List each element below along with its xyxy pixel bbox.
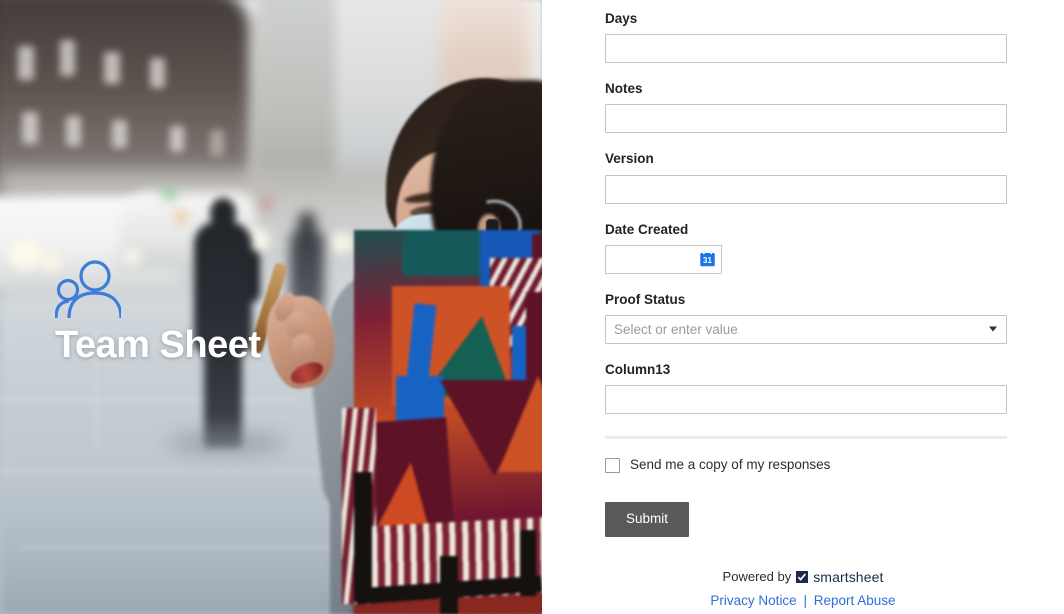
- label-notes: Notes: [605, 81, 643, 97]
- footer-links: Privacy Notice | Report Abuse: [542, 592, 1064, 610]
- form-footer: Powered by smartsheet Privacy Notice | R…: [542, 568, 1064, 610]
- pavement-line: [20, 546, 350, 549]
- section-divider: [605, 436, 1007, 440]
- pavement-line: [0, 470, 360, 473]
- label-days: Days: [605, 11, 638, 26]
- send-copy-label: Send me a copy of my responses: [630, 457, 831, 473]
- geometric-scarf: [340, 230, 542, 614]
- input-proof-status[interactable]: [605, 314, 1007, 344]
- window: [170, 126, 184, 152]
- send-copy-row[interactable]: Send me a copy of my responses: [605, 457, 1007, 473]
- field-date-created: Date Created 31: [605, 222, 1007, 274]
- label-date-created: Date Created: [605, 221, 689, 237]
- scarf-fringe: [520, 530, 536, 596]
- report-abuse-link[interactable]: Report Abuse: [814, 593, 896, 608]
- form-fields-container: Days Notes Version Date Created 31 Proof…: [605, 11, 1007, 538]
- window: [18, 46, 34, 80]
- smartsheet-brand-text: smartsheet: [813, 569, 884, 585]
- input-days[interactable]: [605, 34, 1007, 64]
- privacy-notice-link[interactable]: Privacy Notice: [710, 593, 796, 608]
- window: [60, 40, 75, 76]
- hero-branding: Team Sheet: [55, 260, 261, 366]
- form-page: Team Sheet Days Notes Version Date Creat: [0, 0, 1064, 614]
- bokeh-light-red: [258, 196, 274, 212]
- input-column13[interactable]: [605, 385, 1007, 415]
- select-wrapper: [605, 314, 1007, 344]
- scarf-fringe: [354, 472, 372, 602]
- powered-by-row: Powered by smartsheet: [542, 568, 1064, 586]
- field-version: Version: [605, 151, 1007, 204]
- send-copy-checkbox[interactable]: [605, 457, 620, 473]
- field-column13: Column13: [605, 361, 1007, 415]
- field-days: Days: [605, 11, 1007, 64]
- form-panel: Days Notes Version Date Created 31 Proof…: [542, 0, 1064, 614]
- label-column13: Column13: [605, 361, 671, 377]
- window: [112, 120, 127, 148]
- window: [66, 116, 81, 146]
- label-version: Version: [605, 151, 654, 167]
- svg-text:31: 31: [703, 256, 712, 265]
- label-proof-status: Proof Status: [605, 291, 686, 307]
- people-icon: [55, 260, 121, 319]
- window: [104, 52, 120, 84]
- scarf-orange-triangle: [498, 376, 542, 472]
- hero-title: Team Sheet: [55, 324, 261, 366]
- input-notes[interactable]: [605, 104, 1007, 134]
- smartsheet-logo-icon: [796, 571, 809, 584]
- hero-image-panel: Team Sheet: [0, 0, 542, 614]
- date-input-wrapper: 31: [605, 244, 722, 274]
- calendar-icon[interactable]: 31: [699, 251, 716, 268]
- powered-by-text: Powered by: [722, 568, 792, 584]
- window: [150, 58, 165, 88]
- scarf-fringe: [440, 556, 458, 614]
- footer-link-separator: |: [803, 593, 807, 609]
- field-proof-status: Proof Status: [605, 292, 1007, 344]
- field-notes: Notes: [605, 81, 1007, 134]
- input-version[interactable]: [605, 174, 1007, 204]
- window: [210, 130, 224, 156]
- window: [22, 112, 38, 144]
- bokeh-light-green: [160, 186, 178, 202]
- bokeh-light: [8, 240, 42, 270]
- submit-button[interactable]: Submit: [605, 502, 690, 538]
